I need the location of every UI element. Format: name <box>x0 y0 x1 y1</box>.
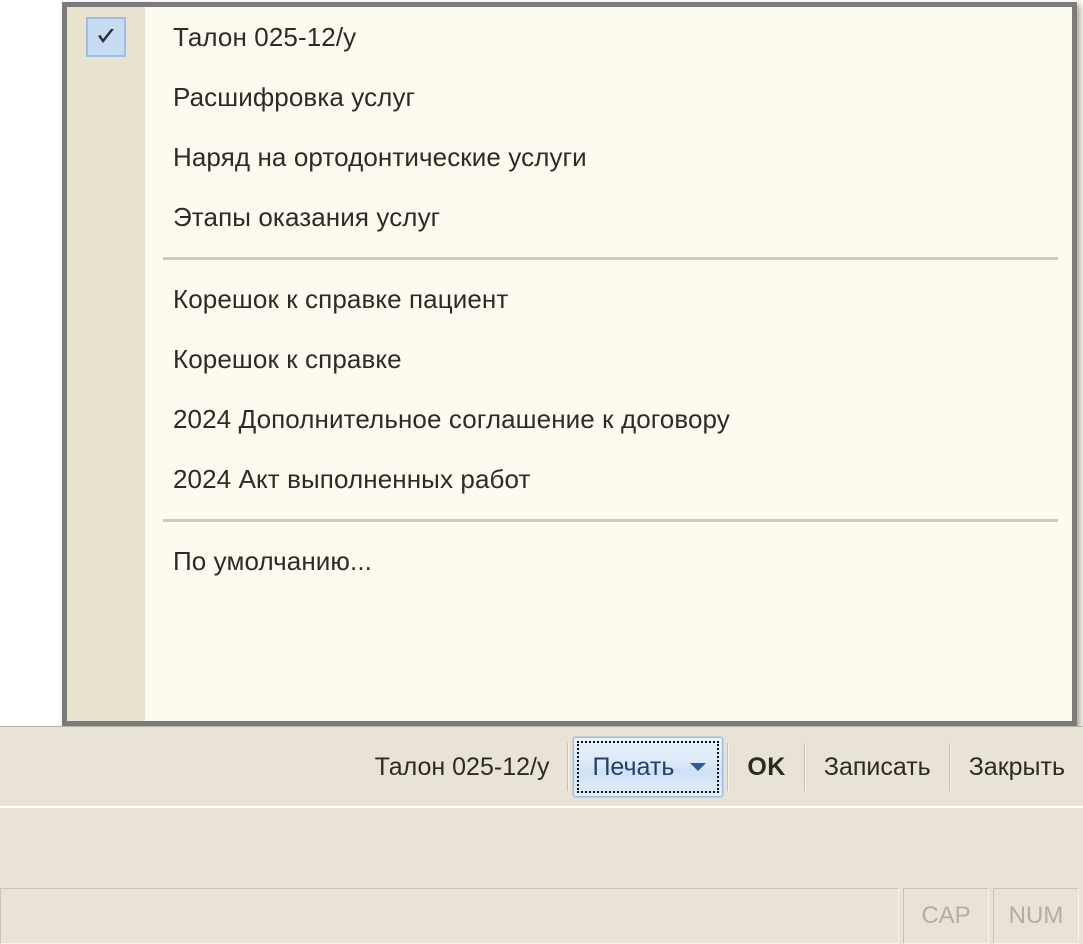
menu-item-etapy-okazaniya-uslug[interactable]: Этапы оказания услуг <box>67 187 1072 247</box>
menu-item-koreshok-spravke[interactable]: Корешок к справке <box>67 329 1072 389</box>
check-mark-icon <box>86 17 126 57</box>
application-screen: Талон 025-12/у Расшифровка услуг Наряд н… <box>0 0 1083 944</box>
form-command-bar: Талон 025-12/у Печать OK Записать Закрыт… <box>0 726 1083 807</box>
menu-item-label: Этапы оказания услуг <box>173 201 441 232</box>
form-command-bar-buttons: Талон 025-12/у Печать OK Записать Закрыт… <box>357 727 1083 807</box>
current-form-label: Талон 025-12/у <box>374 752 550 781</box>
menu-item-label: Расшифровка услуг <box>173 81 416 112</box>
menu-item-label: По умолчанию... <box>173 545 373 576</box>
menu-separator <box>67 247 1072 269</box>
status-indicator-cap: CAP <box>903 888 989 944</box>
menu-item-label: 2024 Акт выполненных работ <box>173 463 531 494</box>
menu-item-check-slot <box>67 329 145 389</box>
toolbar-separator <box>567 743 570 791</box>
menu-item-label: Наряд на ортодонтические услуги <box>173 141 587 172</box>
print-dropdown-menu[interactable]: Талон 025-12/у Расшифровка услуг Наряд н… <box>62 2 1077 726</box>
background-form-right-edge <box>1077 0 1083 726</box>
print-button-label: Печать <box>592 752 675 781</box>
menu-item-list: Талон 025-12/у Расшифровка услуг Наряд н… <box>67 7 1072 591</box>
menu-item-check-slot <box>67 531 145 591</box>
menu-item-check-slot <box>67 7 145 67</box>
write-button[interactable]: Записать <box>806 736 949 798</box>
status-message <box>0 888 899 944</box>
menu-item-po-umolchaniyu[interactable]: По умолчанию... <box>67 531 1072 591</box>
status-bar: CAP NUM <box>0 885 1083 944</box>
menu-item-check-slot <box>67 67 145 127</box>
menu-item-check-slot <box>67 127 145 187</box>
menu-item-2024-dop-soglashenie[interactable]: 2024 Дополнительное соглашение к договор… <box>67 389 1072 449</box>
status-indicator-num: NUM <box>993 888 1079 944</box>
menu-item-label: Корешок к справке <box>173 343 402 374</box>
menu-item-check-slot <box>67 449 145 509</box>
menu-item-check-slot <box>67 269 145 329</box>
menu-item-check-slot <box>67 389 145 449</box>
print-button[interactable]: Печать <box>573 737 724 797</box>
menu-item-rasshifrovka-uslug[interactable]: Расшифровка услуг <box>67 67 1072 127</box>
caret-down-icon[interactable] <box>690 763 707 771</box>
menu-item-koreshok-spravke-patsient[interactable]: Корешок к справке пациент <box>67 269 1072 329</box>
close-button[interactable]: Закрыть <box>951 736 1083 798</box>
menu-item-label: 2024 Дополнительное соглашение к договор… <box>173 403 730 434</box>
menu-item-check-slot <box>67 187 145 247</box>
menu-item-talon-025-12u[interactable]: Талон 025-12/у <box>67 7 1072 67</box>
form-empty-band <box>0 806 1083 887</box>
ok-button[interactable]: OK <box>729 736 804 798</box>
menu-item-2024-akt-vypolnennykh-rabot[interactable]: 2024 Акт выполненных работ <box>67 449 1072 509</box>
menu-separator <box>67 509 1072 531</box>
menu-item-label: Талон 025-12/у <box>173 21 357 52</box>
menu-item-label: Корешок к справке пациент <box>173 283 509 314</box>
menu-item-naryad-ortodonticheskie[interactable]: Наряд на ортодонтические услуги <box>67 127 1072 187</box>
